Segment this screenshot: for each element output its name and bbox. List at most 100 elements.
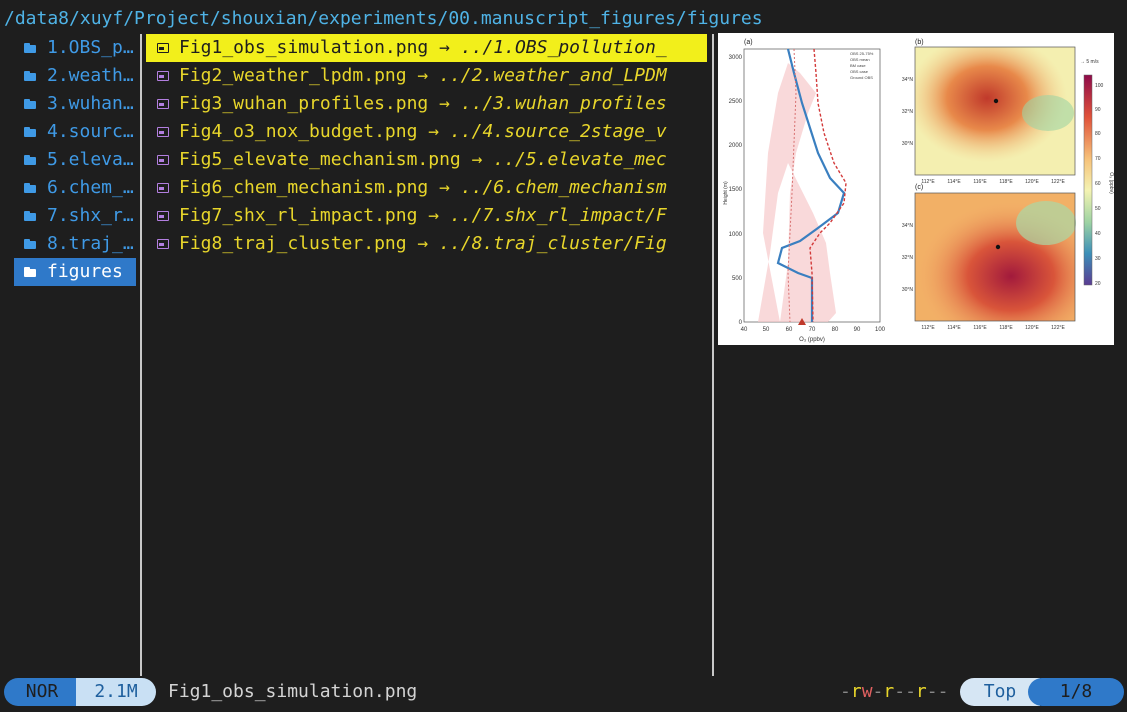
- file-name: Fig4_o3_nox_budget.png: [179, 121, 418, 142]
- parent-dir-item[interactable]: 6.chem_mechanism: [14, 174, 136, 202]
- permission-char: -: [905, 681, 916, 702]
- file-name: Fig1_obs_simulation.png: [179, 37, 429, 58]
- folder-icon: [24, 146, 40, 174]
- column-divider: [712, 34, 714, 676]
- x-axis-label: O₃ (ppbv): [799, 337, 825, 343]
- x-tick-label: 40: [741, 327, 748, 333]
- parent-dir-item[interactable]: 3.wuhan_profiles: [14, 90, 136, 118]
- folder-icon: [24, 118, 40, 146]
- lon-tick-label: 120°E: [1025, 325, 1039, 331]
- parent-dir-item[interactable]: 7.shx_rl_impact: [14, 202, 136, 230]
- folder-icon: [24, 230, 40, 258]
- symlink-target: ../8.traj_cluster/Fig: [439, 233, 667, 254]
- panel-a-label: (a): [744, 39, 753, 46]
- colorbar-tick: 50: [1095, 206, 1101, 212]
- y-tick-label: 3000: [729, 55, 743, 61]
- symlink-arrow: →: [439, 93, 450, 114]
- lon-tick-label: 122°E: [1051, 179, 1065, 185]
- dir-label: 4.source_2stage: [47, 121, 136, 142]
- y-tick-label: 0: [739, 320, 743, 326]
- permission-char: -: [894, 681, 906, 702]
- file-item[interactable]: Fig7_shx_rl_impact.png → ../7.shx_rl_imp…: [146, 202, 707, 230]
- lat-tick-label: 30°N: [902, 141, 914, 147]
- parent-dir-item[interactable]: 5.elevate_mechanism: [14, 146, 136, 174]
- legend-entry: OBS mean: [850, 57, 870, 62]
- file-item[interactable]: Fig6_chem_mechanism.png → ../6.chem_mech…: [146, 174, 707, 202]
- file-list: Fig1_obs_simulation.png → ../1.OBS_pollu…: [146, 34, 707, 258]
- symlink-target: ../6.chem_mechanism: [460, 177, 667, 198]
- symlink-target: ../7.shx_rl_impact/F: [449, 205, 667, 226]
- symlink-arrow: →: [428, 205, 440, 226]
- legend-entry: Ground OBS: [850, 75, 873, 80]
- colorbar-tick: 100: [1095, 83, 1104, 89]
- file-name: Fig7_shx_rl_impact.png: [179, 205, 418, 226]
- lon-tick-label: 114°E: [947, 179, 961, 185]
- image-preview: (a) OBS 25-75% OBS mean BM case OBS case…: [718, 33, 1114, 345]
- parent-dir-item-selected[interactable]: figures: [14, 258, 136, 286]
- colorbar-tick: 40: [1095, 231, 1101, 237]
- status-bar: NOR 2.1M Fig1_obs_simulation.png -rw-r--…: [0, 678, 1127, 706]
- file-item[interactable]: Fig3_wuhan_profiles.png → ../3.wuhan_pro…: [146, 90, 707, 118]
- symlink-target: ../4.source_2stage_v: [449, 121, 667, 142]
- file-item[interactable]: Fig8_traj_cluster.png → ../8.traj_cluste…: [146, 230, 707, 258]
- colorbar-tick: 30: [1095, 256, 1101, 262]
- y-tick-label: 1500: [729, 187, 743, 193]
- x-tick-label: 50: [763, 327, 770, 333]
- folder-icon: [24, 62, 40, 90]
- image-file-icon: [156, 230, 172, 258]
- colorbar-tick: 60: [1095, 181, 1101, 187]
- permission-char: w: [861, 681, 873, 702]
- symlink-target: ../2.weather_and_LPDM: [439, 65, 667, 86]
- lon-tick-label: 122°E: [1051, 325, 1065, 331]
- colorbar-tick: 70: [1095, 156, 1101, 162]
- file-item[interactable]: Fig4_o3_nox_budget.png → ../4.source_2st…: [146, 118, 707, 146]
- lat-tick-label: 32°N: [902, 109, 914, 115]
- permission-char: -: [937, 681, 949, 702]
- parent-dir-item[interactable]: 1.OBS_pollution: [14, 34, 136, 62]
- parent-directory-list: 1.OBS_pollution 2.weather_and_LPDM 3.wuh…: [14, 34, 136, 286]
- colorbar-label: O₃ (ppbv): [1108, 172, 1114, 194]
- dir-label: 3.wuhan_profiles: [47, 93, 136, 114]
- file-item[interactable]: Fig5_elevate_mechanism.png → ../5.elevat…: [146, 146, 707, 174]
- lon-tick-label: 116°E: [973, 325, 987, 331]
- parent-dir-item[interactable]: 8.traj_cluster: [14, 230, 136, 258]
- site-marker: [995, 244, 1001, 250]
- symlink-arrow: →: [417, 65, 429, 86]
- symlink-target: ../3.wuhan_profiles: [460, 93, 667, 114]
- x-tick-label: 80: [832, 327, 839, 333]
- obs-range-band: [758, 63, 836, 322]
- lat-tick-label: 34°N: [902, 77, 914, 83]
- permission-char: r: [850, 681, 862, 702]
- panel-b-low-region: [1022, 95, 1074, 131]
- file-item-selected[interactable]: Fig1_obs_simulation.png → ../1.OBS_pollu…: [146, 34, 707, 62]
- file-item[interactable]: Fig2_weather_lpdm.png → ../2.weather_and…: [146, 62, 707, 90]
- symlink-arrow: →: [471, 149, 483, 170]
- symlink-target: ../1.OBS_pollution_: [460, 37, 667, 58]
- file-name: Fig6_chem_mechanism.png: [179, 177, 429, 198]
- lon-tick-label: 114°E: [947, 325, 961, 331]
- folder-icon: [24, 258, 40, 286]
- symlink-target: ../5.elevate_mec: [493, 149, 667, 170]
- parent-dir-item[interactable]: 2.weather_and_LPDM: [14, 62, 136, 90]
- lon-tick-label: 118°E: [999, 179, 1013, 185]
- lon-tick-label: 116°E: [973, 179, 987, 185]
- parent-dir-item[interactable]: 4.source_2stage: [14, 118, 136, 146]
- folder-icon: [24, 90, 40, 118]
- y-tick-label: 2500: [729, 99, 743, 105]
- panel-c-low-region: [1016, 201, 1076, 245]
- permission-char: -: [926, 681, 938, 702]
- y-tick-label: 2000: [729, 143, 743, 149]
- y-axis-label: Height (m): [723, 181, 729, 205]
- folder-icon: [24, 34, 40, 62]
- colorbar-tick: 80: [1095, 131, 1101, 137]
- permission-char: r: [915, 681, 927, 702]
- current-path: /data8/xuyf/Project/shouxian/experiments…: [4, 8, 763, 29]
- file-name: Fig8_traj_cluster.png: [179, 233, 407, 254]
- file-size: 2.1M: [76, 678, 156, 706]
- permission-char: -: [872, 681, 884, 702]
- lat-tick-label: 30°N: [902, 287, 914, 293]
- lon-tick-label: 112°E: [921, 325, 935, 331]
- panel-b-label: (b): [915, 39, 924, 46]
- image-file-icon: [156, 202, 172, 230]
- item-counter: 1/8: [1028, 678, 1124, 706]
